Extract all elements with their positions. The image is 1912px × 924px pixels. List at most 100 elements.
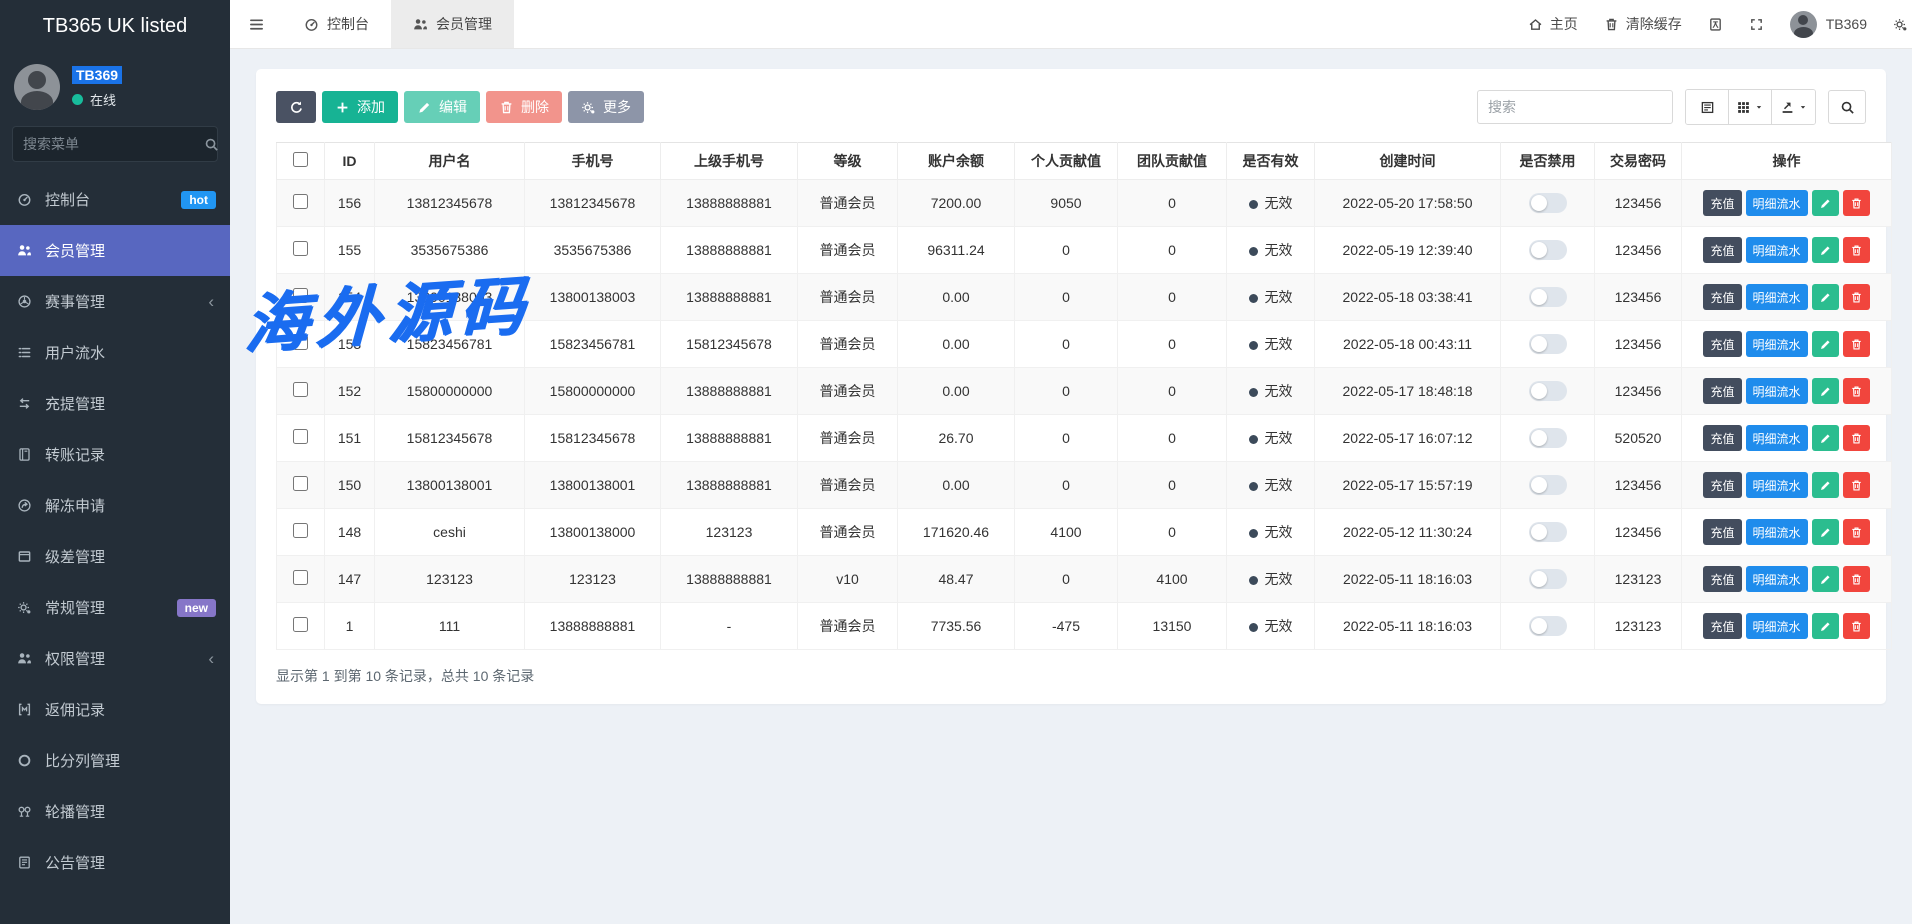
detail-flow-button[interactable]: 明细流水 — [1746, 284, 1808, 310]
detail-flow-button[interactable]: 明细流水 — [1746, 190, 1808, 216]
row-edit-button[interactable] — [1812, 613, 1839, 639]
recharge-button[interactable]: 充值 — [1703, 425, 1741, 451]
recharge-button[interactable]: 充值 — [1703, 237, 1741, 263]
detail-flow-button[interactable]: 明细流水 — [1746, 237, 1808, 263]
recharge-button[interactable]: 充值 — [1703, 331, 1741, 357]
disable-toggle[interactable] — [1529, 428, 1567, 448]
recharge-button[interactable]: 充值 — [1703, 190, 1741, 216]
row-delete-button[interactable] — [1843, 190, 1870, 216]
row-checkbox[interactable] — [293, 523, 308, 538]
row-edit-button[interactable] — [1812, 566, 1839, 592]
detail-flow-button[interactable]: 明细流水 — [1746, 378, 1808, 404]
sidebar-item[interactable]: 转账记录 — [0, 429, 230, 480]
disable-toggle[interactable] — [1529, 616, 1567, 636]
recharge-button[interactable]: 充值 — [1703, 284, 1741, 310]
row-edit-button[interactable] — [1812, 519, 1839, 545]
sidebar-item[interactable]: 返佣记录 — [0, 684, 230, 735]
row-edit-button[interactable] — [1812, 284, 1839, 310]
detail-flow-button[interactable]: 明细流水 — [1746, 613, 1808, 639]
disable-toggle[interactable] — [1529, 193, 1567, 213]
delete-button[interactable]: 删除 — [486, 91, 562, 123]
fullscreen-button[interactable] — [1749, 17, 1764, 32]
columns-button[interactable] — [1729, 90, 1772, 124]
pencil-icon — [1819, 526, 1832, 539]
sidebar-item[interactable]: 解冻申请 — [0, 480, 230, 531]
refresh-button[interactable] — [276, 91, 316, 123]
row-delete-button[interactable] — [1843, 613, 1870, 639]
row-delete-button[interactable] — [1843, 519, 1870, 545]
more-button[interactable]: 更多 — [568, 91, 644, 123]
row-delete-button[interactable] — [1843, 378, 1870, 404]
row-edit-button[interactable] — [1812, 472, 1839, 498]
sidebar-item[interactable]: 公告管理 — [0, 837, 230, 888]
cell-team-contrib: 0 — [1118, 321, 1227, 368]
row-checkbox[interactable] — [293, 429, 308, 444]
user-avatar[interactable] — [14, 64, 60, 110]
recharge-button[interactable]: 充值 — [1703, 472, 1741, 498]
sidebar-item[interactable]: 会员管理 — [0, 225, 230, 276]
add-button[interactable]: 添加 — [322, 91, 398, 123]
sidebar-item[interactable]: 级差管理 — [0, 531, 230, 582]
disable-toggle[interactable] — [1529, 569, 1567, 589]
sidebar-search-input[interactable] — [23, 136, 204, 152]
home-link[interactable]: 主页 — [1528, 14, 1578, 34]
sidebar-item[interactable]: 控制台hot — [0, 174, 230, 225]
row-checkbox[interactable] — [293, 382, 308, 397]
row-delete-button[interactable] — [1843, 331, 1870, 357]
row-edit-button[interactable] — [1812, 237, 1839, 263]
row-edit-button[interactable] — [1812, 331, 1839, 357]
sidebar-item[interactable]: 比分列管理 — [0, 735, 230, 786]
disable-toggle[interactable] — [1529, 334, 1567, 354]
export-button[interactable] — [1772, 90, 1815, 124]
row-delete-button[interactable] — [1843, 566, 1870, 592]
select-all-checkbox[interactable] — [293, 152, 308, 167]
detail-flow-button[interactable]: 明细流水 — [1746, 566, 1808, 592]
sidebar-item[interactable]: 权限管理‹ — [0, 633, 230, 684]
edit-button[interactable]: 编辑 — [404, 91, 480, 123]
sidebar-item[interactable]: 充提管理 — [0, 378, 230, 429]
row-checkbox[interactable] — [293, 617, 308, 632]
sidebar-item[interactable]: 用户流水 — [0, 327, 230, 378]
row-checkbox[interactable] — [293, 570, 308, 585]
search-submit-button[interactable] — [1828, 90, 1866, 124]
settings-button[interactable] — [1893, 17, 1908, 32]
row-delete-button[interactable] — [1843, 284, 1870, 310]
row-edit-button[interactable] — [1812, 190, 1839, 216]
table-search-input[interactable] — [1477, 90, 1673, 124]
disable-toggle[interactable] — [1529, 381, 1567, 401]
row-delete-button[interactable] — [1843, 237, 1870, 263]
clear-cache-link[interactable]: 清除缓存 — [1604, 14, 1682, 34]
navbar-user-menu[interactable]: TB369 — [1790, 11, 1867, 38]
row-delete-button[interactable] — [1843, 472, 1870, 498]
disable-toggle[interactable] — [1529, 240, 1567, 260]
disable-toggle[interactable] — [1529, 475, 1567, 495]
detail-flow-button[interactable]: 明细流水 — [1746, 331, 1808, 357]
detail-flow-button[interactable]: 明细流水 — [1746, 472, 1808, 498]
detail-flow-button[interactable]: 明细流水 — [1746, 425, 1808, 451]
sidebar-item[interactable]: 常规管理new — [0, 582, 230, 633]
disable-toggle[interactable] — [1529, 522, 1567, 542]
tab-members[interactable]: 会员管理 — [391, 0, 514, 48]
row-checkbox[interactable] — [293, 241, 308, 256]
row-edit-button[interactable] — [1812, 425, 1839, 451]
detail-flow-button[interactable]: 明细流水 — [1746, 519, 1808, 545]
tab-dashboard[interactable]: 控制台 — [282, 0, 391, 48]
sidebar-item[interactable]: 赛事管理‹ — [0, 276, 230, 327]
recharge-button[interactable]: 充值 — [1703, 613, 1741, 639]
detail-view-button[interactable] — [1686, 90, 1729, 124]
row-edit-button[interactable] — [1812, 378, 1839, 404]
cell-username: 15800000000 — [375, 368, 525, 415]
row-checkbox[interactable] — [293, 335, 308, 350]
hamburger-button[interactable] — [230, 0, 282, 48]
recharge-button[interactable]: 充值 — [1703, 566, 1741, 592]
disable-toggle[interactable] — [1529, 287, 1567, 307]
recharge-button[interactable]: 充值 — [1703, 519, 1741, 545]
sidebar-item[interactable]: 轮播管理 — [0, 786, 230, 837]
row-checkbox[interactable] — [293, 288, 308, 303]
cell-actions: 充值明细流水 — [1682, 274, 1892, 321]
recharge-button[interactable]: 充值 — [1703, 378, 1741, 404]
row-delete-button[interactable] — [1843, 425, 1870, 451]
language-button[interactable] — [1708, 17, 1723, 32]
row-checkbox[interactable] — [293, 476, 308, 491]
row-checkbox[interactable] — [293, 194, 308, 209]
